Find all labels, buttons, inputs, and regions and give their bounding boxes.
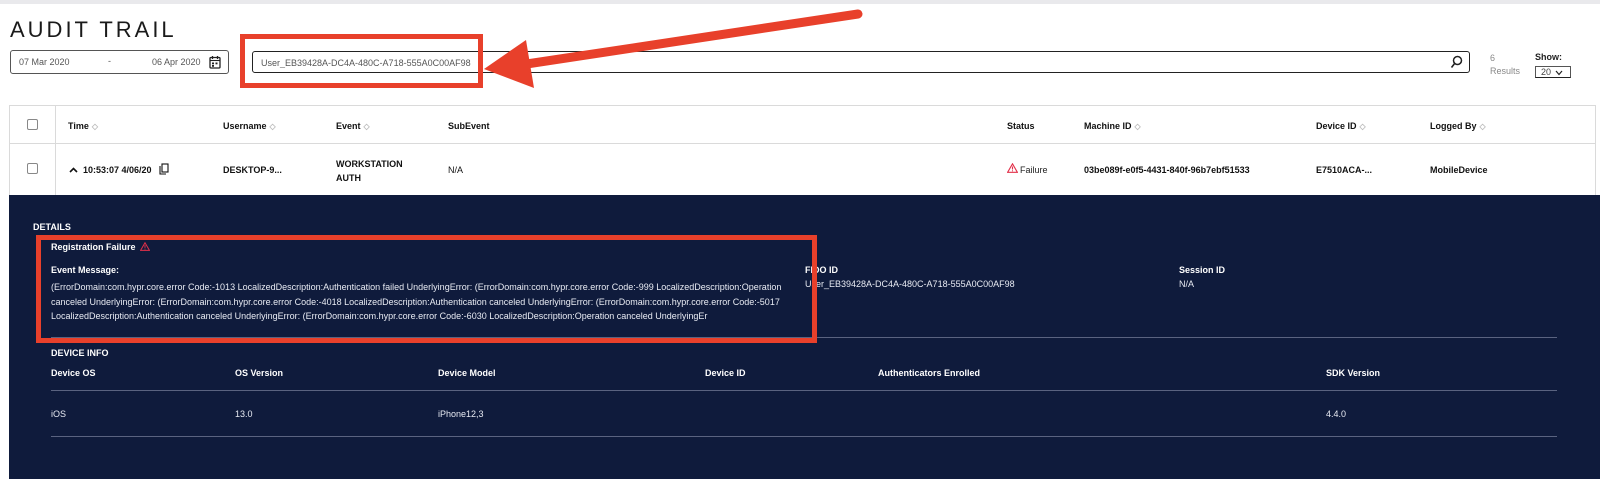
sort-icon[interactable]: ◇: [1135, 122, 1141, 130]
col-device-id-label: Device ID: [1316, 121, 1357, 131]
row-time: 10:53:07 4/06/20: [83, 165, 152, 175]
col-subevent-label: SubEvent: [448, 121, 490, 131]
audit-table: Time ◇ Username ◇ Event ◇ SubEvent Status M…: [9, 105, 1596, 197]
top-strip: [0, 0, 1600, 4]
details-title: DETAILS: [33, 222, 71, 232]
table-row[interactable]: 10:53:07 4/06/20 DESKTOP-9... WORKSTATIO…: [10, 144, 1595, 196]
date-start[interactable]: 07 Mar 2020: [19, 57, 70, 67]
col-time-label: Time: [68, 121, 89, 131]
row-checkbox[interactable]: [27, 163, 38, 174]
results-number: 6: [1490, 53, 1496, 63]
sort-icon[interactable]: ◇: [364, 122, 370, 130]
sort-icon[interactable]: ◇: [270, 122, 276, 130]
page-size-value: 20: [1541, 67, 1552, 77]
row-event-line2: AUTH: [336, 173, 361, 183]
page-size-select[interactable]: 20: [1535, 66, 1571, 78]
col-time[interactable]: Time ◇: [68, 121, 98, 131]
chevron-up-icon[interactable]: [69, 167, 78, 173]
column-divider: [55, 144, 56, 196]
results-count: 6 Results: [1490, 52, 1530, 78]
device-os-value: iOS: [51, 409, 67, 419]
row-username: DESKTOP-9...: [223, 165, 282, 175]
device-col-os: Device OS: [51, 368, 96, 378]
device-col-authenticators: Authenticators Enrolled: [878, 368, 981, 378]
row-event-line1: WORKSTATION: [336, 159, 403, 169]
results-label: Results: [1490, 66, 1521, 76]
col-device-id[interactable]: Device ID ◇: [1316, 121, 1366, 131]
sort-icon[interactable]: ◇: [92, 122, 98, 130]
fido-id-value: User_EB39428A-DC4A-480C-A718-555A0C00AF9…: [805, 279, 1015, 289]
sort-icon[interactable]: ◇: [1360, 122, 1366, 130]
date-separator: -: [108, 56, 111, 66]
col-status: Status: [1007, 121, 1035, 131]
column-divider: [55, 106, 56, 144]
col-subevent: SubEvent: [448, 121, 490, 131]
date-end[interactable]: 06 Apr 2020: [152, 57, 201, 67]
col-event-label: Event: [336, 121, 361, 131]
select-all-checkbox[interactable]: [27, 119, 38, 130]
device-col-model: Device Model: [438, 368, 496, 378]
col-logged-by-label: Logged By: [1430, 121, 1477, 131]
col-logged-by[interactable]: Logged By ◇: [1430, 121, 1486, 131]
calendar-icon[interactable]: [209, 55, 221, 69]
col-status-label: Status: [1007, 121, 1035, 131]
device-col-id: Device ID: [705, 368, 746, 378]
chevron-down-icon: [1555, 70, 1563, 76]
session-id-value: N/A: [1179, 279, 1195, 289]
warning-icon: [1007, 163, 1018, 173]
row-subevent: N/A: [448, 165, 464, 175]
device-col-sdk: SDK Version: [1326, 368, 1381, 378]
search-icon[interactable]: [1450, 55, 1463, 69]
sort-icon[interactable]: ◇: [1480, 122, 1486, 130]
row-machine-id: 03be089f-e0f5-4431-840f-96b7ebf51533: [1084, 165, 1250, 175]
row-logged-by: MobileDevice: [1430, 165, 1488, 175]
device-model-value: iPhone12,3: [438, 409, 484, 419]
show-label: Show:: [1535, 52, 1562, 62]
col-machine-id-label: Machine ID: [1084, 121, 1132, 131]
col-event[interactable]: Event ◇: [336, 121, 370, 131]
row-event: WORKSTATION AUTH: [336, 157, 403, 185]
device-header-divider: [51, 390, 1557, 391]
device-os-version-value: 13.0: [235, 409, 253, 419]
col-machine-id[interactable]: Machine ID ◇: [1084, 121, 1141, 131]
row-device-id: E7510ACA-...: [1316, 165, 1373, 175]
col-username-label: Username: [223, 121, 267, 131]
date-range-picker[interactable]: 07 Mar 2020 - 06 Apr 2020: [10, 50, 229, 74]
device-sdk-value: 4.4.0: [1326, 409, 1347, 419]
row-status: Failure: [1020, 165, 1048, 175]
col-username[interactable]: Username ◇: [223, 121, 276, 131]
highlight-box-event-message: [36, 235, 817, 343]
device-col-os-version: OS Version: [235, 368, 284, 378]
page-title: AUDIT TRAIL: [10, 17, 177, 42]
highlight-box-search: [240, 34, 483, 88]
session-id-label: Session ID: [1179, 265, 1226, 275]
device-info-title: DEVICE INFO: [51, 348, 109, 358]
table-header: Time ◇ Username ◇ Event ◇ SubEvent Status M…: [10, 106, 1595, 144]
copy-icon[interactable]: [159, 163, 169, 175]
device-row-divider: [51, 436, 1557, 437]
